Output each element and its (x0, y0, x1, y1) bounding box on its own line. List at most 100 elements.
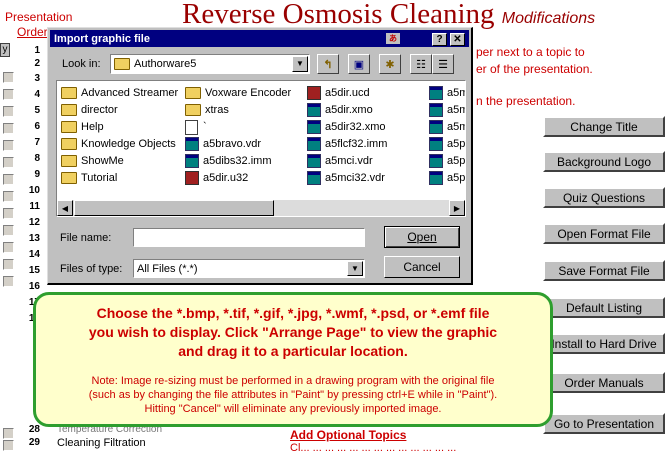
file-item[interactable]: a5flcf32.imm (307, 136, 387, 152)
file-name-input[interactable] (133, 228, 365, 247)
save-format-file-button[interactable]: Save Format File (543, 260, 665, 281)
file-item[interactable]: a5mci32.vdr (307, 170, 385, 186)
left-edge-button-label: y (2, 44, 8, 55)
scroll-right-icon[interactable]: ▶ (449, 200, 465, 216)
left-edge-button[interactable]: y (0, 43, 10, 57)
topic-row-29[interactable]: Cleaning Filtration (57, 437, 146, 449)
file-item-label: a5mci.vdr (325, 155, 373, 167)
file-item[interactable]: a5p (429, 153, 465, 169)
file-item[interactable]: a5m (429, 85, 465, 101)
file-item-label: Advanced Streamer (81, 87, 179, 99)
row-checkbox[interactable] (3, 276, 14, 287)
chevron-down-icon[interactable]: ▼ (347, 261, 363, 276)
row-checkbox[interactable] (3, 242, 14, 253)
list-view-button[interactable]: ☷ (410, 54, 432, 74)
row-number: 11 (29, 201, 40, 212)
file-item[interactable]: a5dir.u32 (185, 170, 248, 186)
default-listing-button[interactable]: Default Listing (543, 297, 665, 318)
file-item[interactable]: Knowledge Objects (61, 136, 176, 152)
row-number: 1 (34, 45, 40, 56)
app-icon (307, 171, 321, 185)
app-icon (429, 103, 443, 117)
app-icon (429, 86, 443, 100)
file-item[interactable]: a5dir.xmo (307, 102, 373, 118)
app-icon (307, 137, 321, 151)
file-item[interactable]: director (61, 102, 118, 118)
row-number: 9 (34, 169, 40, 180)
row-number: 10 (28, 185, 40, 196)
dialog-title-bar[interactable]: Import graphic file あ ? ✕ (50, 30, 469, 47)
close-button[interactable]: ✕ (450, 33, 465, 46)
file-item[interactable]: Advanced Streamer (61, 85, 178, 101)
row-checkbox[interactable] (3, 89, 14, 100)
files-of-type-dropdown[interactable]: All Files (*.*) ▼ (133, 259, 365, 278)
row-checkbox[interactable] (3, 225, 14, 236)
row-checkbox[interactable] (3, 106, 14, 117)
row-checkbox[interactable] (3, 72, 14, 83)
file-item[interactable]: a5bravo.vdr (185, 136, 261, 152)
file-item[interactable]: a5m (429, 102, 465, 118)
bottom-instruction-fragment: Cl... ... ... ... ... ... ... ... ... ..… (290, 442, 457, 454)
new-folder-button[interactable]: ✱ (379, 54, 401, 74)
app-icon (429, 154, 443, 168)
file-item[interactable]: Voxware Encoder (185, 85, 291, 101)
chevron-down-icon[interactable]: ▼ (292, 56, 308, 72)
file-item[interactable]: a5m (429, 119, 465, 135)
file-icon (185, 119, 198, 135)
row-checkbox[interactable] (3, 191, 14, 202)
file-item[interactable]: ` (185, 119, 207, 135)
row-checkbox[interactable] (3, 259, 14, 270)
row-checkbox[interactable] (3, 157, 14, 168)
callout-main-text: Choose the *.bmp, *.tif, *.gif, *.jpg, *… (36, 304, 550, 361)
file-item[interactable]: a5p (429, 136, 465, 152)
file-item[interactable]: Help (61, 119, 104, 135)
scrollbar-thumb[interactable] (74, 200, 274, 216)
open-button[interactable]: Open (384, 226, 460, 248)
change-title-button[interactable]: Change Title (543, 116, 665, 137)
open-format-file-button[interactable]: Open Format File (543, 223, 665, 244)
up-one-level-button[interactable]: ↰ (317, 54, 339, 74)
row-checkbox[interactable] (3, 428, 14, 439)
file-item[interactable]: a5mci.vdr (307, 153, 373, 169)
folder-icon (61, 121, 77, 133)
file-item-label: ` (203, 121, 207, 133)
file-item-label: Help (81, 121, 104, 133)
quiz-questions-button[interactable]: Quiz Questions (543, 187, 665, 208)
file-item[interactable]: xtras (185, 102, 229, 118)
help-button[interactable]: ? (432, 33, 447, 46)
app-icon (429, 137, 443, 151)
look-in-value: Authorware5 (134, 58, 197, 70)
folder-icon (61, 155, 77, 167)
file-item-label: Voxware Encoder (205, 87, 292, 99)
row-checkbox[interactable] (3, 440, 14, 451)
file-item[interactable]: a5dir32.xmo (307, 119, 386, 135)
background-logo-button[interactable]: Background Logo (543, 151, 665, 172)
horizontal-scrollbar[interactable]: ◀ ▶ (57, 200, 465, 216)
file-item[interactable]: a5dir.ucd (307, 85, 370, 101)
order-manuals-button[interactable]: Order Manuals (543, 372, 665, 393)
file-list[interactable]: Advanced Streamer director Help Knowledg… (56, 80, 466, 217)
file-item[interactable]: Tutorial (61, 170, 117, 186)
file-item-label: a5dibs32.imm (203, 155, 272, 167)
details-view-button[interactable]: ☰ (432, 54, 454, 74)
go-to-presentation-button[interactable]: Go to Presentation (543, 413, 665, 434)
file-item-label: Knowledge Objects (81, 138, 176, 150)
look-in-dropdown[interactable]: Authorware5 ▼ (110, 54, 310, 74)
row-checkbox[interactable] (3, 208, 14, 219)
file-item[interactable]: ShowMe (61, 153, 124, 169)
row-checkbox[interactable] (3, 174, 14, 185)
file-item-label: a5p (447, 172, 466, 184)
install-to-hard-drive-button[interactable]: Install to Hard Drive (543, 333, 665, 354)
file-item[interactable]: a5dibs32.imm (185, 153, 271, 169)
app-icon (185, 137, 199, 151)
file-item-label: ShowMe (81, 155, 124, 167)
add-optional-topics-link[interactable]: Add Optional Topics (290, 428, 406, 442)
file-item[interactable]: a5p (429, 170, 465, 186)
cancel-button[interactable]: Cancel (384, 256, 460, 278)
row-checkbox[interactable] (3, 123, 14, 134)
scroll-left-icon[interactable]: ◀ (57, 200, 73, 216)
file-item-label: a5dir.xmo (325, 104, 373, 116)
row-number: 12 (28, 217, 40, 228)
desktop-button[interactable]: ▣ (348, 54, 370, 74)
row-checkbox[interactable] (3, 140, 14, 151)
